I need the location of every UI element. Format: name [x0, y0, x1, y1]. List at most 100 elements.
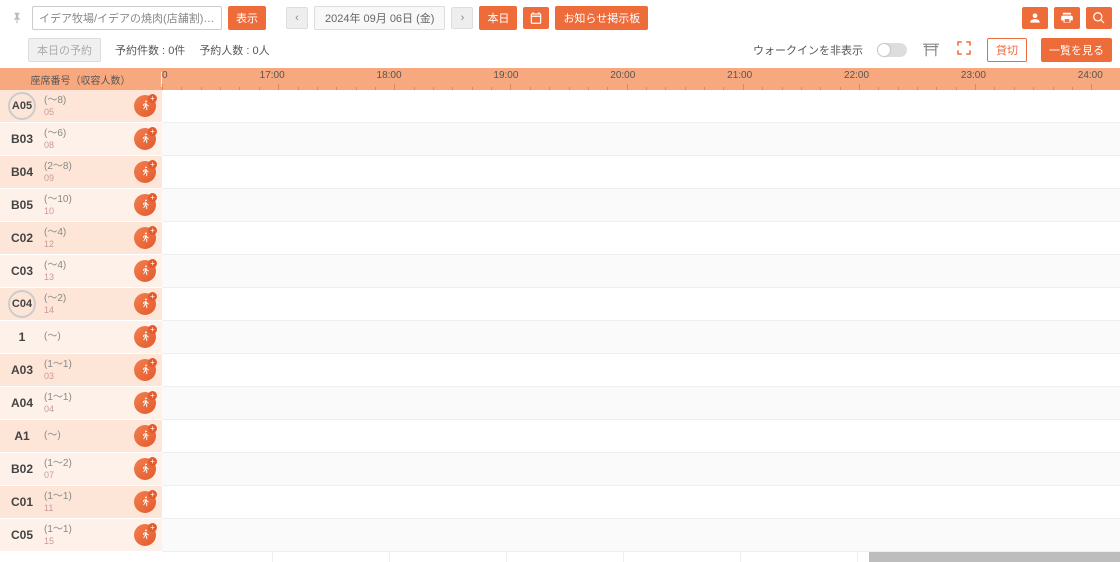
- seat-row: C02(～4)12: [0, 222, 162, 255]
- add-walkin-button[interactable]: [134, 326, 156, 348]
- reservation-people: 予約人数 : 0人: [199, 42, 269, 58]
- seat-id: A03: [0, 363, 44, 377]
- rent-button[interactable]: 貸切: [987, 38, 1027, 62]
- seat-row: B05(～10)10: [0, 189, 162, 222]
- grid-row[interactable]: [162, 453, 1120, 486]
- user-icon[interactable]: [1022, 7, 1048, 29]
- seat-sub: 15: [44, 536, 72, 546]
- schedule-grid: 座席番号（収容人数） 0017:0018:0019:0020:0021:0022…: [0, 68, 1120, 562]
- grid-row[interactable]: [162, 420, 1120, 453]
- time-label: 17:00: [260, 70, 285, 81]
- time-label: 19:00: [493, 70, 518, 81]
- seat-capacity: (～): [44, 430, 61, 442]
- seat-id: C03: [0, 264, 44, 278]
- time-label: 21:00: [727, 70, 752, 81]
- topbar: イデア牧場/イデアの焼肉(店舗割)/イデ 表示 ‹ 2024年 09月 06日 …: [0, 0, 1120, 36]
- seat-row: C05(1～1)15: [0, 519, 162, 552]
- grid-row[interactable]: [162, 90, 1120, 123]
- date-next-button[interactable]: ›: [451, 7, 473, 29]
- seat-row: C04(～2)14: [0, 288, 162, 321]
- grid-row[interactable]: [162, 123, 1120, 156]
- seat-row: C01(1～1)11: [0, 486, 162, 519]
- add-walkin-button[interactable]: [134, 293, 156, 315]
- seat-sub: 14: [44, 305, 66, 315]
- seat-row: 1(～): [0, 321, 162, 354]
- grid-row[interactable]: [162, 486, 1120, 519]
- seat-sub: 11: [44, 503, 72, 513]
- add-walkin-button[interactable]: [134, 392, 156, 414]
- time-label: 22:00: [844, 70, 869, 81]
- grid-row[interactable]: [162, 288, 1120, 321]
- time-label: 23:00: [961, 70, 986, 81]
- seat-capacity: (～8): [44, 95, 66, 107]
- add-walkin-button[interactable]: [134, 359, 156, 381]
- calendar-icon[interactable]: [523, 7, 549, 29]
- seat-row: A05(～8)05: [0, 90, 162, 123]
- today-button[interactable]: 本日: [479, 6, 517, 30]
- add-walkin-button[interactable]: [134, 458, 156, 480]
- grid-row[interactable]: [162, 321, 1120, 354]
- seat-row: A1(～): [0, 420, 162, 453]
- grid-body: [162, 90, 1120, 562]
- time-label: 20:00: [610, 70, 635, 81]
- date-display[interactable]: 2024年 09月 06日 (金): [314, 6, 445, 30]
- add-walkin-button[interactable]: [134, 95, 156, 117]
- seat-row: B02(1～2)07: [0, 453, 162, 486]
- grid-row[interactable]: [162, 222, 1120, 255]
- pin-icon[interactable]: [8, 9, 26, 27]
- seat-sub: 03: [44, 371, 72, 381]
- print-icon[interactable]: [1054, 7, 1080, 29]
- add-walkin-button[interactable]: [134, 425, 156, 447]
- seat-id: C04: [8, 290, 36, 318]
- seat-capacity: (～4): [44, 227, 66, 239]
- seat-column: A05(～8)05B03(～6)08B04(2～8)09B05(～10)10C0…: [0, 90, 162, 562]
- grid-row[interactable]: [162, 255, 1120, 288]
- reservation-count: 予約件数 : 0件: [115, 42, 185, 58]
- add-walkin-button[interactable]: [134, 227, 156, 249]
- torii-icon[interactable]: [921, 41, 941, 60]
- add-walkin-button[interactable]: [134, 128, 156, 150]
- add-walkin-button[interactable]: [134, 524, 156, 546]
- seat-row: A03(1～1)03: [0, 354, 162, 387]
- seat-sub: 07: [44, 470, 72, 480]
- seat-id: A04: [0, 396, 44, 410]
- grid-row[interactable]: [162, 354, 1120, 387]
- time-label: 24:00: [1078, 70, 1103, 81]
- seat-capacity: (1～2): [44, 458, 72, 470]
- breadcrumb[interactable]: イデア牧場/イデアの焼肉(店舗割)/イデ: [32, 6, 222, 30]
- seat-capacity: (～): [44, 331, 61, 343]
- date-prev-button[interactable]: ‹: [286, 7, 308, 29]
- seat-sub: 10: [44, 206, 72, 216]
- grid-row[interactable]: [162, 387, 1120, 420]
- walkin-toggle[interactable]: [877, 43, 907, 57]
- add-walkin-button[interactable]: [134, 161, 156, 183]
- fullscreen-icon[interactable]: [955, 39, 973, 62]
- add-walkin-button[interactable]: [134, 491, 156, 513]
- seat-id: B03: [0, 132, 44, 146]
- view-list-button[interactable]: 一覧を見る: [1041, 38, 1112, 62]
- search-icon[interactable]: [1086, 7, 1112, 29]
- seat-row: A04(1～1)04: [0, 387, 162, 420]
- time-header: 00 17:00 18:00 19:00 20:00 21:00 22:00 23:00 24:…: [162, 68, 1120, 90]
- seat-id: B05: [0, 198, 44, 212]
- show-button[interactable]: 表示: [228, 6, 266, 30]
- seat-id: B02: [0, 462, 44, 476]
- seat-id: A1: [0, 429, 44, 443]
- time-label: 00: [162, 70, 168, 81]
- seat-sub: 12: [44, 239, 66, 249]
- notice-board-button[interactable]: お知らせ掲示板: [555, 6, 648, 30]
- seat-id: A05: [8, 92, 36, 120]
- grid-row[interactable]: [162, 156, 1120, 189]
- seat-capacity: (～4): [44, 260, 66, 272]
- seat-capacity: (1～1): [44, 359, 72, 371]
- seat-sub: 09: [44, 173, 72, 183]
- today-reservations-button[interactable]: 本日の予約: [28, 38, 101, 62]
- seat-capacity: (2～8): [44, 161, 72, 173]
- seat-id: C05: [0, 528, 44, 542]
- grid-row[interactable]: [162, 519, 1120, 552]
- time-label: 18:00: [377, 70, 402, 81]
- seat-capacity: (1～1): [44, 524, 72, 536]
- add-walkin-button[interactable]: [134, 260, 156, 282]
- grid-row[interactable]: [162, 189, 1120, 222]
- add-walkin-button[interactable]: [134, 194, 156, 216]
